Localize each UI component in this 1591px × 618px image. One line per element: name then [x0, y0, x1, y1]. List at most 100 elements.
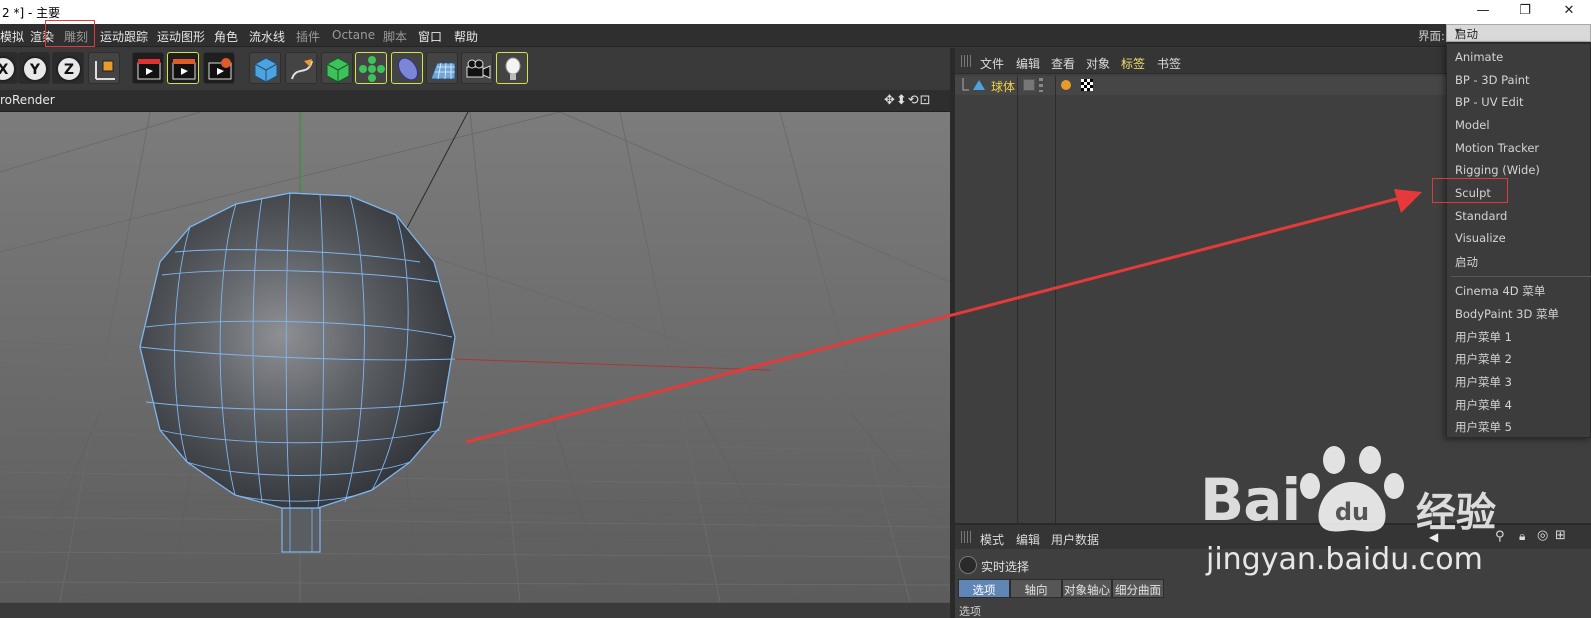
- layout-option-bodypaint-menu[interactable]: BodyPaint 3D 菜单: [1455, 306, 1559, 322]
- section-label: 选项: [959, 605, 981, 618]
- checker-tag-icon[interactable]: [1081, 79, 1093, 91]
- pen-spline-icon[interactable]: [285, 52, 317, 84]
- om-menu-tags[interactable]: 标签: [1121, 55, 1145, 72]
- svg-text:X: X: [0, 62, 9, 78]
- y-axis-icon[interactable]: Y: [18, 52, 50, 84]
- menu-window[interactable]: 窗口: [418, 28, 442, 45]
- object-name[interactable]: 球体: [991, 78, 1015, 95]
- tab-options[interactable]: 选项: [958, 579, 1010, 598]
- layout-select[interactable]: 启动 ▾: [1446, 24, 1591, 42]
- grip-icon[interactable]: [961, 55, 971, 67]
- cylinder-stem: [281, 507, 321, 553]
- am-menu-mode[interactable]: 模式: [980, 531, 1004, 548]
- viewport-header: roRender ✥⬍⟲⊡: [0, 90, 950, 112]
- visibility-dots-icon[interactable]: [1039, 78, 1043, 92]
- main-toolbar: X Y Z: [0, 48, 950, 88]
- grip-icon[interactable]: [961, 531, 971, 543]
- render-picture-viewer-icon[interactable]: [167, 52, 199, 84]
- layout-dropdown: Animate BP - 3D Paint BP - UV Edit Model…: [1446, 43, 1591, 438]
- floor-icon[interactable]: [426, 52, 458, 84]
- menu-octane[interactable]: Octane: [332, 28, 375, 42]
- om-menu-bookmarks[interactable]: 书签: [1157, 55, 1181, 72]
- menu-mograph[interactable]: 运动图形: [157, 28, 205, 45]
- menu-pipeline[interactable]: 流水线: [249, 28, 285, 45]
- annotation-box-sculpt-menu: [45, 20, 95, 47]
- menu-character[interactable]: 角色: [214, 28, 238, 45]
- restore-button[interactable]: ❐: [1513, 3, 1537, 21]
- new-panel-icon[interactable]: ⊞: [1555, 528, 1566, 543]
- layout-option-bp-3d-paint[interactable]: BP - 3D Paint: [1455, 73, 1530, 87]
- array-icon[interactable]: [355, 52, 387, 84]
- am-menu-edit[interactable]: 编辑: [1016, 531, 1040, 548]
- world-coordinate-icon[interactable]: [88, 52, 120, 84]
- om-menu-edit[interactable]: 编辑: [1016, 55, 1040, 72]
- search-icon[interactable]: ⚲: [1495, 529, 1505, 544]
- close-button[interactable]: ✕: [1557, 3, 1581, 21]
- target-icon[interactable]: ◎: [1537, 528, 1548, 543]
- annotation-box-sculpt-option: [1432, 178, 1508, 203]
- layout-option-user-menu-4[interactable]: 用户菜单 4: [1455, 397, 1512, 413]
- attribute-manager: 模式 编辑 用户数据 ◀ ⚲ 🔒︎ ◎ ⊞ 实时选择 选项 轴向 对象轴心 细分…: [955, 523, 1591, 618]
- layout-option-startup[interactable]: 启动: [1455, 254, 1478, 270]
- tab-object-axis[interactable]: 对象轴心: [1062, 579, 1112, 598]
- layout-option-rigging-wide[interactable]: Rigging (Wide): [1455, 163, 1540, 177]
- layout-option-user-menu-2[interactable]: 用户菜单 2: [1455, 351, 1512, 367]
- viewport-scene: [0, 112, 950, 602]
- om-menu-view[interactable]: 查看: [1051, 55, 1075, 72]
- layout-option-visualize[interactable]: Visualize: [1455, 231, 1506, 245]
- subdivision-surface-icon[interactable]: [321, 52, 353, 84]
- tool-name: 实时选择: [981, 560, 1030, 574]
- menu-bar: 模拟 渲染 雕刻 运动跟踪 运动图形 角色 流水线 插件 Octane 脚本 窗…: [0, 20, 1591, 47]
- render-settings-icon[interactable]: [203, 52, 235, 84]
- am-menu-user-data[interactable]: 用户数据: [1051, 531, 1099, 548]
- lock-icon[interactable]: 🔒︎: [1519, 529, 1525, 544]
- menu-simulate[interactable]: 模拟: [0, 28, 24, 45]
- menu-script[interactable]: 脚本: [383, 28, 407, 45]
- om-menu-file[interactable]: 文件: [980, 55, 1004, 72]
- sphere-object-icon: [962, 78, 985, 91]
- title-bar: 2 *] - 主要 — ❐ ✕: [0, 0, 1591, 24]
- layer-icon[interactable]: [1023, 79, 1035, 91]
- column-divider: [1055, 76, 1056, 523]
- minimize-button[interactable]: —: [1471, 3, 1495, 21]
- window-title: 2 *] - 主要: [2, 6, 61, 20]
- viewport-name: roRender: [0, 93, 55, 107]
- layout-option-motion-tracker[interactable]: Motion Tracker: [1455, 141, 1539, 155]
- menu-motion-tracking[interactable]: 运动跟踪: [100, 28, 148, 45]
- render-view-icon[interactable]: [132, 52, 164, 84]
- live-selection-icon: [959, 556, 977, 574]
- chevron-down-icon: ▾: [1455, 26, 1461, 37]
- tab-subdivision-surface[interactable]: 细分曲面: [1112, 579, 1164, 598]
- svg-text:Y: Y: [29, 62, 41, 78]
- layout-option-c4d-menu[interactable]: Cinema 4D 菜单: [1455, 283, 1545, 299]
- x-axis-icon[interactable]: X: [0, 52, 18, 84]
- viewport-bottom-bar: [0, 602, 950, 618]
- column-divider: [1017, 76, 1018, 523]
- menu-plugins[interactable]: 插件: [296, 28, 320, 45]
- deformer-icon[interactable]: [391, 52, 423, 84]
- cube-icon[interactable]: [249, 52, 281, 84]
- layout-option-bp-uv-edit[interactable]: BP - UV Edit: [1455, 95, 1524, 109]
- layout-label: 界面:: [1418, 29, 1445, 43]
- light-icon[interactable]: [496, 52, 528, 84]
- menu-help[interactable]: 帮助: [454, 28, 478, 45]
- layout-option-user-menu-1[interactable]: 用户菜单 1: [1455, 329, 1512, 345]
- layout-option-standard[interactable]: Standard: [1455, 209, 1507, 223]
- layout-option-animate[interactable]: Animate: [1455, 50, 1503, 64]
- sphere-mesh: [139, 192, 456, 509]
- viewport-navigation-icons[interactable]: ✥⬍⟲⊡: [884, 93, 932, 108]
- z-axis-icon[interactable]: Z: [52, 52, 84, 84]
- layout-option-model[interactable]: Model: [1455, 118, 1490, 132]
- cinema4d-window: 2 *] - 主要 — ❐ ✕ 模拟 渲染 雕刻 运动跟踪 运动图形 角色 流水…: [0, 0, 1591, 618]
- om-menu-objects[interactable]: 对象: [1086, 55, 1110, 72]
- menu-separator: [1451, 276, 1591, 277]
- layout-option-user-menu-5[interactable]: 用户菜单 5: [1455, 419, 1512, 435]
- attribute-manager-menu: 模式 编辑 用户数据 ◀ ⚲ 🔒︎ ◎ ⊞: [955, 525, 1591, 549]
- material-tag-icon[interactable]: [1061, 80, 1071, 90]
- camera-icon[interactable]: [461, 52, 493, 84]
- tab-axis[interactable]: 轴向: [1010, 579, 1062, 598]
- layout-option-user-menu-3[interactable]: 用户菜单 3: [1455, 374, 1512, 390]
- svg-text:Z: Z: [64, 62, 74, 78]
- back-arrow-icon[interactable]: ◀: [1429, 530, 1438, 544]
- viewport-3d[interactable]: [0, 112, 950, 602]
